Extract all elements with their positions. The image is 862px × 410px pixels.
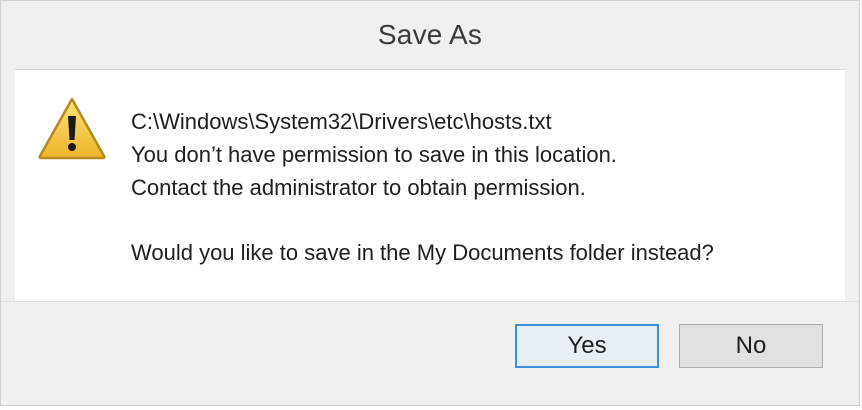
message-area: C:\Windows\System32\Drivers\etc\hosts.tx… bbox=[15, 69, 845, 302]
no-button[interactable]: No bbox=[679, 324, 823, 368]
permission-message: You don’t have permission to save in thi… bbox=[131, 142, 617, 167]
message-text: C:\Windows\System32\Drivers\etc\hosts.tx… bbox=[131, 105, 835, 269]
contact-admin-message: Contact the administrator to obtain perm… bbox=[131, 175, 586, 200]
dialog-title: Save As bbox=[377, 19, 483, 50]
save-as-dialog: Save As C:\Windows\System32\Drivers\etc\… bbox=[0, 0, 860, 406]
warning-triangle-icon bbox=[38, 97, 106, 160]
yes-button-label: Yes bbox=[567, 332, 607, 359]
title-bar[interactable]: Save As bbox=[1, 1, 859, 69]
save-elsewhere-question: Would you like to save in the My Documen… bbox=[131, 240, 714, 265]
no-button-label: No bbox=[735, 332, 767, 359]
yes-button[interactable]: Yes bbox=[515, 324, 659, 368]
file-path: C:\Windows\System32\Drivers\etc\hosts.tx… bbox=[131, 109, 552, 134]
button-bar: Yes No bbox=[1, 301, 859, 405]
